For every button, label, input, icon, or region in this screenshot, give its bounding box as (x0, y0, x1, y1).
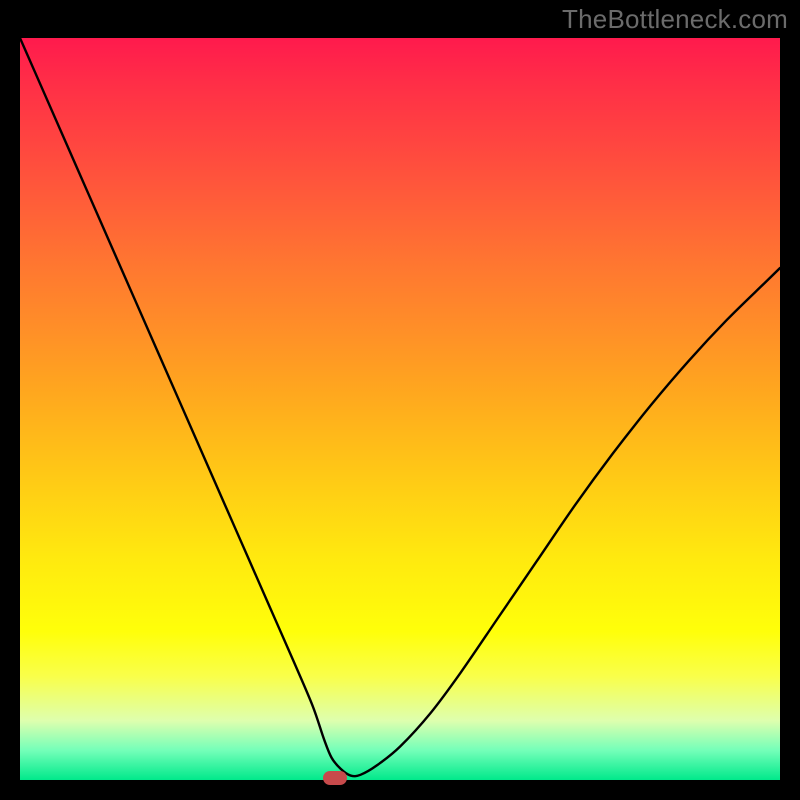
chart-curve-layer (20, 38, 780, 780)
chart-plot-area (20, 38, 780, 780)
watermark-text: TheBottleneck.com (562, 4, 788, 35)
chart-marker (323, 771, 347, 785)
chart-line-series (20, 38, 780, 776)
